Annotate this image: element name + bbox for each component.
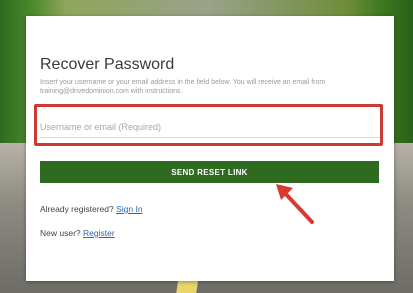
already-registered-line: Already registered? Sign In [40, 204, 143, 214]
new-user-line: New user? Register [40, 228, 115, 238]
register-link[interactable]: Register [83, 228, 115, 238]
username-email-input[interactable] [40, 117, 380, 138]
page-title: Recover Password [40, 56, 175, 73]
send-reset-link-button[interactable]: SEND RESET LINK [40, 161, 379, 183]
red-arrow-icon [276, 184, 314, 224]
sign-in-link[interactable]: Sign In [116, 204, 142, 214]
already-registered-text: Already registered? [40, 204, 114, 214]
new-user-text: New user? [40, 228, 81, 238]
instructions-text: Insert your username or your email addre… [40, 79, 326, 95]
recover-password-card: Recover Password Insert your username or… [26, 16, 394, 281]
